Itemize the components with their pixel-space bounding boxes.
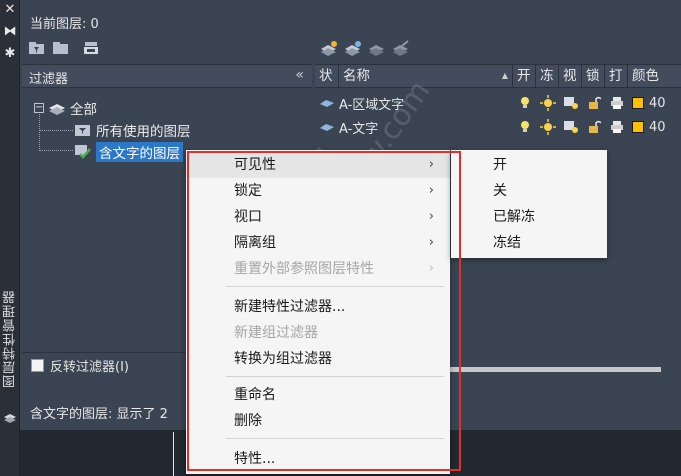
layer-name: A-区域文字 xyxy=(339,97,405,113)
submenu-item-frozen[interactable]: 冻结 xyxy=(451,230,607,256)
color-swatch xyxy=(632,121,644,133)
gear-icon[interactable]: ✱ xyxy=(2,46,18,62)
filter-checked-icon xyxy=(74,144,92,160)
col-status[interactable]: 状 xyxy=(315,65,339,87)
tree-node-label: 含文字的图层 xyxy=(96,142,183,162)
color-swatch xyxy=(632,97,644,109)
new-group-filter-icon[interactable] xyxy=(52,40,70,56)
layer-stack-icon xyxy=(2,408,18,424)
menu-item-viewport[interactable]: 视口 › xyxy=(186,204,450,230)
layer-stack-icon xyxy=(48,100,66,116)
chevron-right-icon: › xyxy=(428,183,434,198)
layer-list-header: 状 名称 ▲ 开 冻 视 锁 打 颜色 xyxy=(315,64,681,88)
layer-color[interactable]: 40 xyxy=(628,92,681,114)
layer-toolbar xyxy=(320,40,410,58)
filters-header: 过滤器 « xyxy=(22,64,312,88)
chevron-right-icon: › xyxy=(428,157,434,172)
filters-title: 过滤器 xyxy=(29,72,69,87)
col-plot[interactable]: 打 xyxy=(605,65,628,87)
sort-ascending-icon: ▲ xyxy=(501,71,508,80)
unlocked-icon[interactable] xyxy=(582,92,605,114)
expander-icon[interactable]: − xyxy=(34,103,44,113)
new-property-filter-icon[interactable] xyxy=(28,40,46,56)
sun-thawed-icon[interactable] xyxy=(536,92,559,114)
palette-side-strip: ✕ ⧓ ✱ 图层特性管理器 xyxy=(0,0,20,476)
context-menu: 可见性 › 锁定 › 视口 › 隔离组 › 重置外部参照图层特性 › 新建特性过滤器...… xyxy=(186,150,450,474)
color-value: 40 xyxy=(649,119,666,135)
status-text: 含文字的图层: 显示了 2 xyxy=(30,407,168,422)
tree-node-text-layers[interactable]: 含文字的图层 xyxy=(74,142,183,162)
sun-thawed-icon[interactable] xyxy=(536,116,559,138)
vp-freeze-icon[interactable] xyxy=(559,116,582,138)
filter-folder-icon xyxy=(74,122,92,138)
vp-freeze-icon[interactable] xyxy=(559,92,582,114)
palette-title: 图层特性管理器 xyxy=(3,290,18,388)
menu-item-properties[interactable]: 特性... xyxy=(186,446,450,472)
visibility-submenu: 开 关 已解冻 冻结 xyxy=(451,150,607,258)
layer-status-icon xyxy=(315,116,339,138)
bulb-on-icon[interactable] xyxy=(513,116,536,138)
submenu-item-on[interactable]: 开 xyxy=(451,152,607,178)
bulb-on-icon[interactable] xyxy=(513,92,536,114)
menu-item-rename[interactable]: 重命名 xyxy=(186,382,450,408)
col-name[interactable]: 名称 ▲ xyxy=(339,65,513,87)
chevron-right-icon: › xyxy=(428,235,434,250)
delete-layer-icon[interactable] xyxy=(368,40,386,56)
invert-filter-label: 反转过滤器(I) xyxy=(50,360,129,375)
menu-item-delete[interactable]: 删除 xyxy=(186,408,450,434)
menu-item-reset-xref[interactable]: 重置外部参照图层特性 › xyxy=(186,256,450,282)
col-freeze[interactable]: 冻 xyxy=(536,65,559,87)
new-layer-vp-frozen-icon[interactable] xyxy=(344,40,362,56)
menu-separator xyxy=(226,286,444,287)
submenu-item-off[interactable]: 关 xyxy=(451,178,607,204)
cad-screen: ✕ ⧓ ✱ 图层特性管理器 当前图层: 0 过滤器 « − 全部 所有使用的图层… xyxy=(0,0,681,476)
tree-node-all[interactable]: − 全部 xyxy=(34,98,97,118)
autohide-icon[interactable]: ⧓ xyxy=(2,24,18,40)
divider xyxy=(173,432,174,476)
layer-name: A-文字 xyxy=(339,121,379,137)
col-lock[interactable]: 锁 xyxy=(582,65,605,87)
table-row[interactable]: A-文字 40 xyxy=(315,116,681,138)
col-color[interactable]: 颜色 xyxy=(628,65,681,87)
close-icon[interactable]: ✕ xyxy=(2,2,18,18)
tree-node-label: 全部 xyxy=(70,102,97,118)
invert-filter-checkbox[interactable] xyxy=(31,359,44,372)
menu-item-new-group-filter[interactable]: 新建组过滤器 xyxy=(186,320,450,346)
menu-item-isolate-group[interactable]: 隔离组 › xyxy=(186,230,450,256)
layer-states-manager-icon[interactable] xyxy=(82,40,100,56)
col-vp[interactable]: 视 xyxy=(559,65,582,87)
printer-icon[interactable] xyxy=(605,116,628,138)
color-value: 40 xyxy=(649,95,666,111)
col-on[interactable]: 开 xyxy=(513,65,536,87)
collapse-filters-icon[interactable]: « xyxy=(295,67,304,83)
printer-icon[interactable] xyxy=(605,92,628,114)
menu-separator xyxy=(226,376,444,377)
tree-node-used-layers[interactable]: 所有使用的图层 xyxy=(74,120,191,140)
horizontal-scrollbar[interactable] xyxy=(440,367,661,372)
tree-node-label: 所有使用的图层 xyxy=(96,124,191,140)
current-layer-label: 当前图层: 0 xyxy=(30,17,99,32)
menu-separator xyxy=(226,438,444,439)
filter-toolbar xyxy=(28,40,100,58)
layer-status-icon xyxy=(315,92,339,114)
menu-item-new-property-filter[interactable]: 新建特性过滤器... xyxy=(186,294,450,320)
menu-item-lock[interactable]: 锁定 › xyxy=(186,178,450,204)
menu-item-visibility[interactable]: 可见性 › xyxy=(186,152,450,178)
chevron-right-icon: › xyxy=(428,209,434,224)
table-row[interactable]: A-区域文字 40 xyxy=(315,92,681,114)
submenu-item-thawed[interactable]: 已解冻 xyxy=(451,204,607,230)
layer-color[interactable]: 40 xyxy=(628,116,681,138)
unlocked-icon[interactable] xyxy=(582,116,605,138)
new-layer-icon[interactable] xyxy=(320,40,338,56)
set-current-icon[interactable] xyxy=(392,40,410,56)
chevron-right-icon: › xyxy=(428,261,434,276)
menu-item-convert-to-group[interactable]: 转换为组过滤器 xyxy=(186,346,450,372)
